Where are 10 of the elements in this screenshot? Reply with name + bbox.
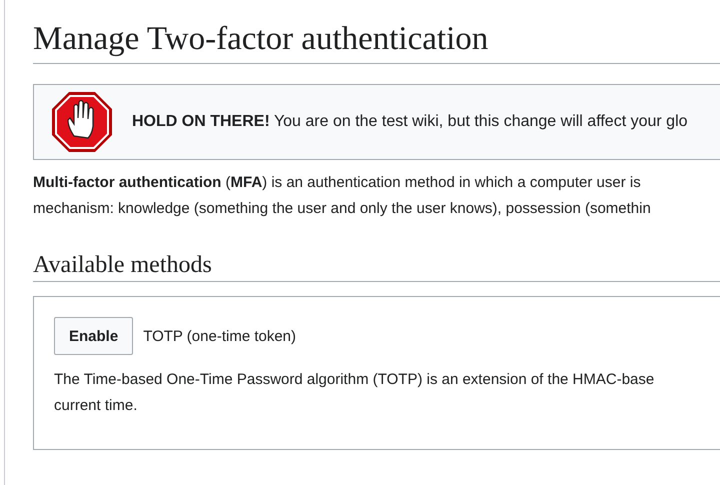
- notice-text: HOLD ON THERE! You are on the test wiki, but this change will affect your glo: [132, 112, 688, 131]
- stop-hand-icon: [50, 90, 114, 154]
- method-name: TOTP (one-time token): [143, 328, 296, 345]
- intro-text: mechanism: knowledge (something the user and only the user knows), possession (somethin: [33, 198, 651, 219]
- page-title: Manage Two-factor authentication: [33, 0, 720, 64]
- intro-text: Multi-factor authentication (MFA) is an authentication method in which a computer user is: [33, 172, 641, 193]
- enable-button[interactable]: Enable: [54, 317, 134, 356]
- method-description: The Time-based One-Time Password algorithm (TOTP) is an extension of the HMAC-base: [54, 370, 654, 390]
- method-description: current time.: [54, 396, 138, 416]
- section-title: Available methods: [33, 250, 720, 282]
